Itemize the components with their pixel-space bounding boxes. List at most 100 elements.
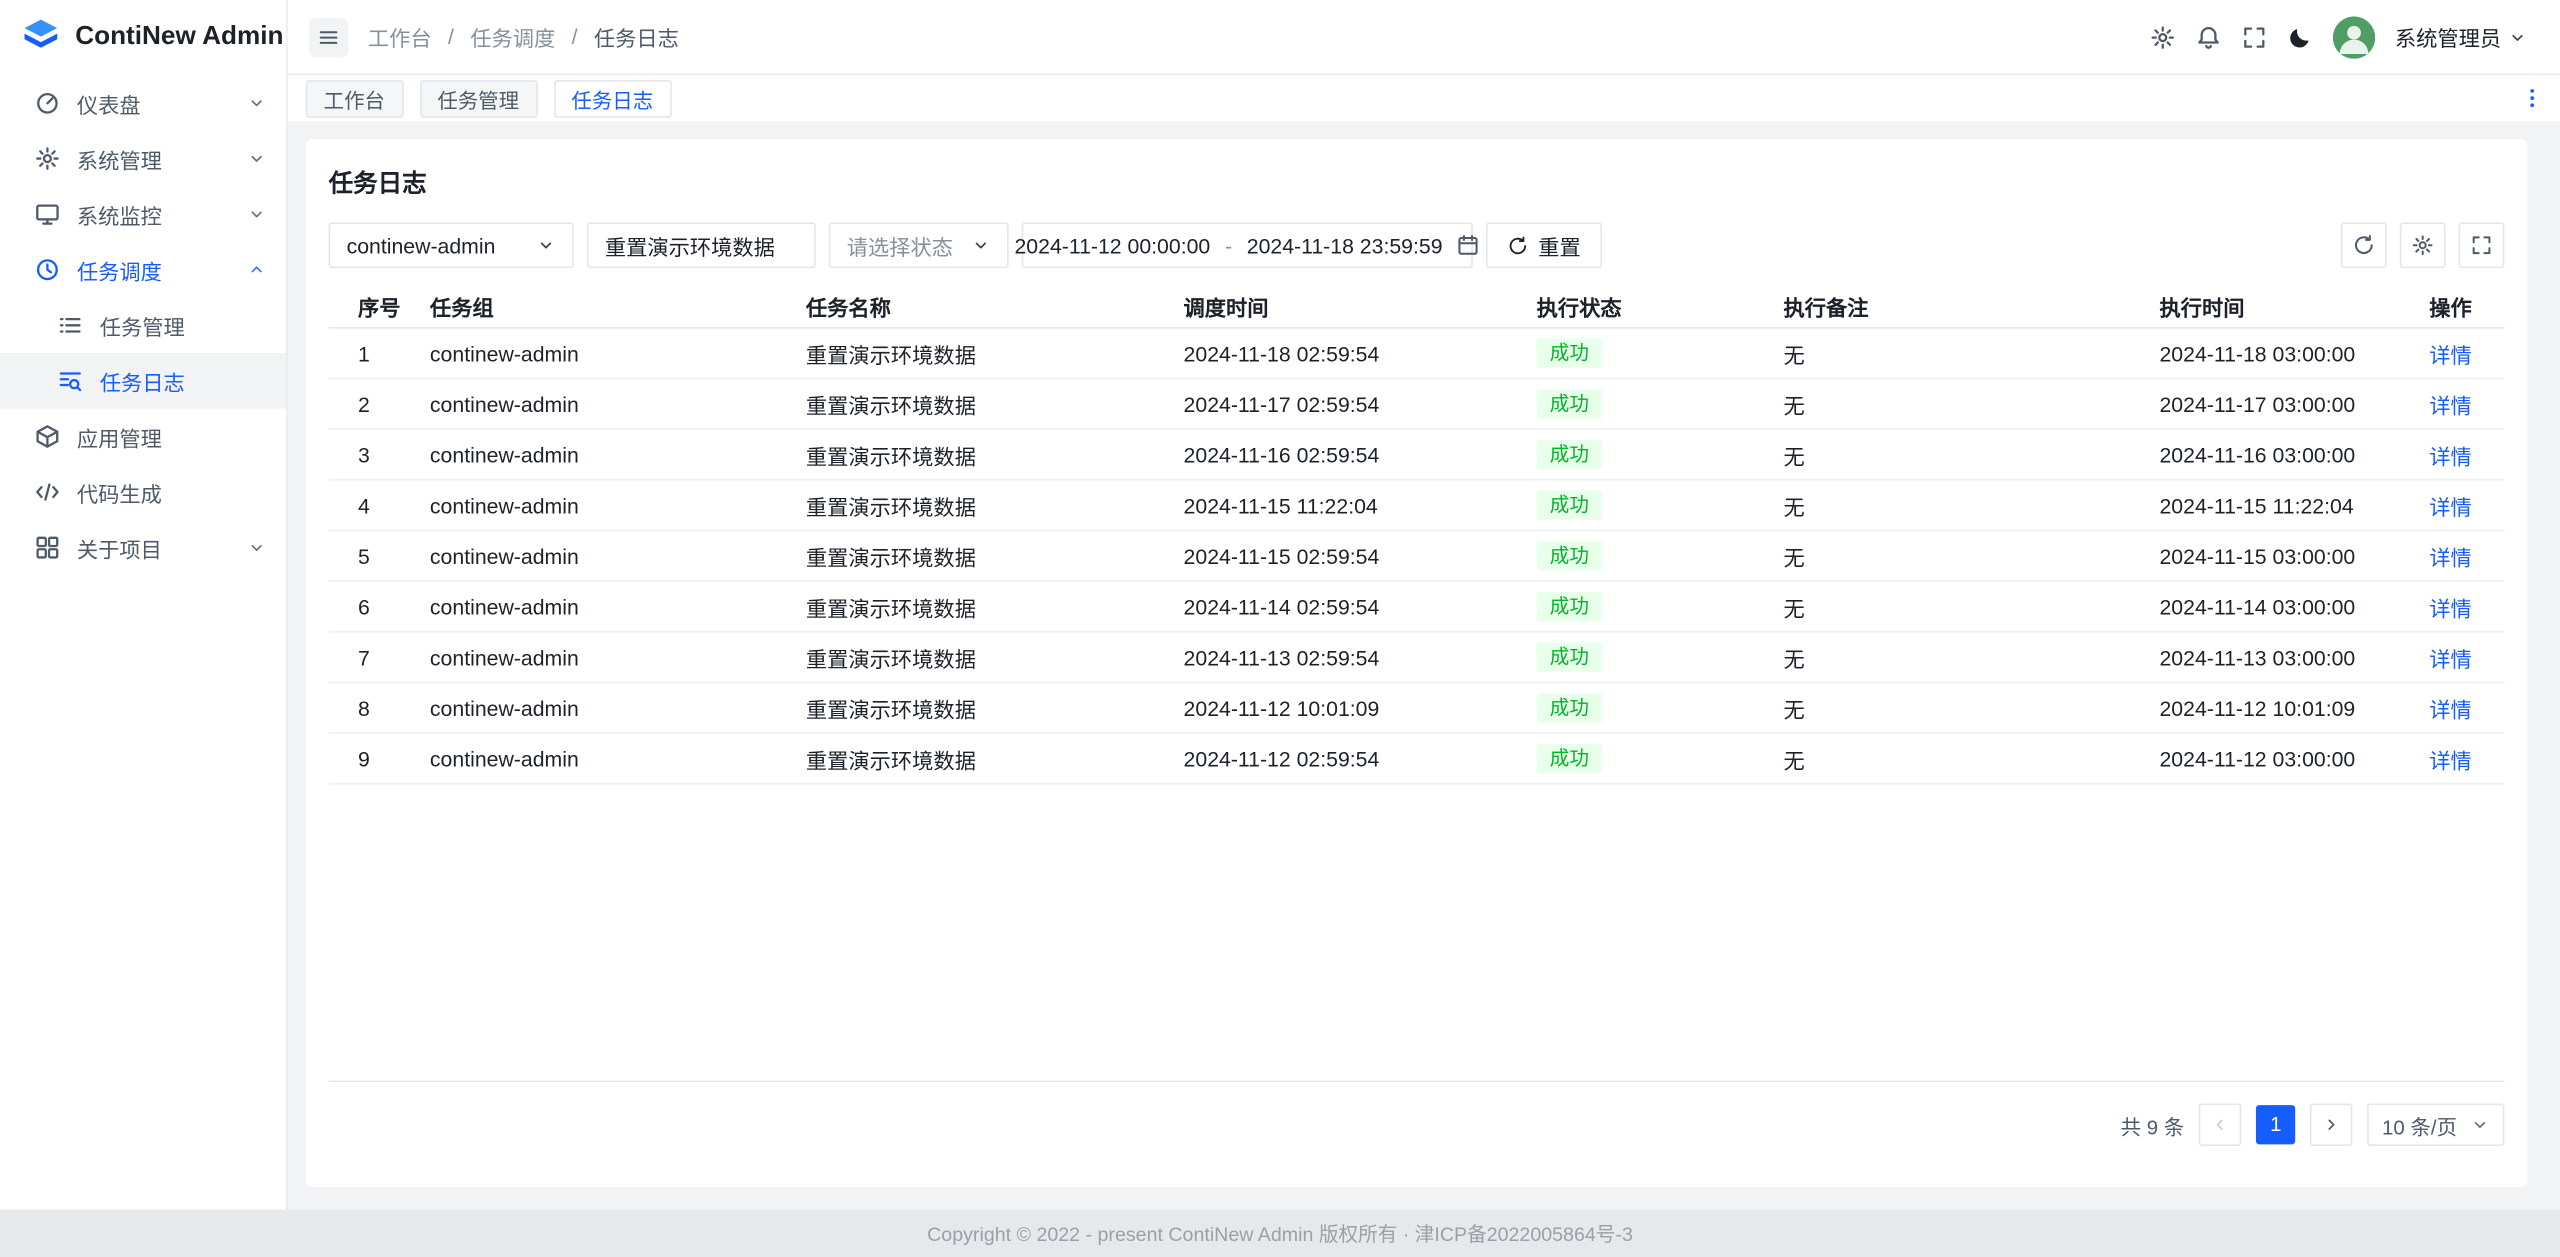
cell-action: 详情 <box>2403 540 2504 571</box>
sidebar-item-about-project[interactable]: 关于项目 <box>0 520 286 576</box>
cell-no: 4 <box>329 493 404 518</box>
pagination-page-1[interactable]: 1 <box>2256 1105 2295 1144</box>
pagination-total: 共 9 条 <box>2121 1109 2185 1140</box>
cell-action: 详情 <box>2403 692 2504 723</box>
moon-icon <box>2287 24 2313 50</box>
cell-schedule-time: 2024-11-12 02:59:54 <box>1157 746 1510 771</box>
breadcrumb-item-current: 任务日志 <box>594 21 679 52</box>
table-body: 1 continew-admin 重置演示环境数据 2024-11-18 02:… <box>329 329 2505 785</box>
detail-link[interactable]: 详情 <box>2429 697 2472 722</box>
sidebar-item-label: 代码生成 <box>77 477 267 508</box>
filter-bar: continew-admin 重置演示环境数据 请选择状态 2024-11-12… <box>329 222 2505 268</box>
pagination-prev-button[interactable] <box>2199 1103 2242 1146</box>
chevron-down-icon <box>536 235 556 255</box>
table-row: 1 continew-admin 重置演示环境数据 2024-11-18 02:… <box>329 329 2505 380</box>
detail-link[interactable]: 详情 <box>2429 342 2472 367</box>
detail-link[interactable]: 详情 <box>2429 495 2472 520</box>
user-menu[interactable]: 系统管理员 <box>2395 21 2527 52</box>
breadcrumb-separator: / <box>448 25 454 50</box>
cell-status: 成功 <box>1510 744 1757 773</box>
refresh-icon <box>2352 234 2375 257</box>
cell-status: 成功 <box>1510 338 1757 367</box>
tab-more-button[interactable] <box>2521 87 2544 110</box>
fullscreen-button[interactable] <box>2241 24 2267 50</box>
cell-note: 无 <box>1757 439 2133 470</box>
main-area: 工作台 / 任务调度 / 任务日志 <box>288 0 2560 1210</box>
notifications-button[interactable] <box>2195 24 2221 50</box>
cell-group: continew-admin <box>404 392 780 417</box>
breadcrumb-item[interactable]: 工作台 <box>368 21 432 52</box>
sidebar-item-task-schedule[interactable]: 任务调度 <box>0 242 286 298</box>
cell-exec-time: 2024-11-12 03:00:00 <box>2133 746 2403 771</box>
settings-button[interactable] <box>2150 24 2176 50</box>
cell-group: continew-admin <box>404 594 780 619</box>
task-group-select[interactable]: continew-admin <box>329 222 574 268</box>
tab-task-log[interactable]: 任务日志 <box>553 79 671 117</box>
cell-schedule-time: 2024-11-17 02:59:54 <box>1157 392 1510 417</box>
cell-schedule-time: 2024-11-13 02:59:54 <box>1157 645 1510 670</box>
table-header: 序号 任务组 任务名称 调度时间 执行状态 执行备注 执行时间 操作 <box>329 284 2505 328</box>
table-fullscreen-button[interactable] <box>2459 222 2505 268</box>
dark-mode-toggle[interactable] <box>2287 24 2313 50</box>
sidebar-item-task-log[interactable]: 任务日志 <box>0 353 286 409</box>
table-settings-button[interactable] <box>2400 222 2446 268</box>
cell-status: 成功 <box>1510 592 1757 621</box>
sidebar-item-system-monitor[interactable]: 系统监控 <box>0 186 286 242</box>
detail-link[interactable]: 详情 <box>2429 748 2472 773</box>
app-window: ContiNew Admin 仪表盘 系统管理 系统监控 <box>0 0 2560 1257</box>
status-badge: 成功 <box>1537 440 1602 469</box>
cell-group: continew-admin <box>404 696 780 721</box>
task-name-input[interactable]: 重置演示环境数据 <box>587 222 816 268</box>
reset-button[interactable]: 重置 <box>1486 222 1602 268</box>
cell-group: continew-admin <box>404 746 780 771</box>
sidebar-item-task-management[interactable]: 任务管理 <box>0 298 286 354</box>
collapse-sidebar-button[interactable] <box>309 17 348 56</box>
column-header-schedule-time: 调度时间 <box>1157 290 1510 321</box>
detail-link[interactable]: 详情 <box>2429 545 2472 570</box>
cell-no: 9 <box>329 746 404 771</box>
chevron-down-icon <box>2470 1115 2490 1135</box>
task-group-select-value: continew-admin <box>347 233 496 258</box>
cell-no: 2 <box>329 392 404 417</box>
cell-no: 5 <box>329 544 404 569</box>
user-avatar[interactable] <box>2333 16 2376 59</box>
status-badge: 成功 <box>1537 592 1602 621</box>
cell-no: 8 <box>329 696 404 721</box>
table-row: 3 continew-admin 重置演示环境数据 2024-11-16 02:… <box>329 430 2505 481</box>
cell-exec-time: 2024-11-18 03:00:00 <box>2133 341 2403 366</box>
date-range-end: 2024-11-18 23:59:59 <box>1247 233 1443 258</box>
cell-schedule-time: 2024-11-15 11:22:04 <box>1157 493 1510 518</box>
gear-icon <box>2150 24 2176 50</box>
page-size-value: 10 条/页 <box>2382 1109 2457 1140</box>
date-range-picker[interactable]: 2024-11-12 00:00:00 - 2024-11-18 23:59:5… <box>1022 222 1473 268</box>
page-size-select[interactable]: 10 条/页 <box>2367 1103 2504 1146</box>
status-badge: 成功 <box>1537 490 1602 519</box>
tab-task-management[interactable]: 任务管理 <box>419 79 537 117</box>
sidebar-item-app-management[interactable]: 应用管理 <box>0 409 286 465</box>
table-row: 6 continew-admin 重置演示环境数据 2024-11-14 02:… <box>329 582 2505 633</box>
status-select[interactable]: 请选择状态 <box>829 222 1009 268</box>
fullscreen-icon <box>2470 234 2493 257</box>
pagination-next-button[interactable] <box>2310 1103 2353 1146</box>
table-refresh-button[interactable] <box>2341 222 2387 268</box>
sidebar-item-code-generation[interactable]: 代码生成 <box>0 464 286 520</box>
sidebar-item-label: 任务调度 <box>77 254 231 285</box>
detail-link[interactable]: 详情 <box>2429 596 2472 621</box>
chevron-right-icon <box>2322 1115 2342 1135</box>
breadcrumb-item[interactable]: 任务调度 <box>470 21 555 52</box>
cell-action: 详情 <box>2403 439 2504 470</box>
logo-icon <box>20 16 63 59</box>
detail-link[interactable]: 详情 <box>2429 444 2472 469</box>
chevron-left-icon <box>2210 1115 2230 1135</box>
detail-link[interactable]: 详情 <box>2429 647 2472 672</box>
sidebar-item-dashboard[interactable]: 仪表盘 <box>0 75 286 131</box>
tab-workbench[interactable]: 工作台 <box>306 79 403 117</box>
gear-icon <box>34 145 60 171</box>
detail-link[interactable]: 详情 <box>2429 393 2472 418</box>
menu-collapse-icon <box>317 25 340 48</box>
sidebar-item-system-management[interactable]: 系统管理 <box>0 131 286 187</box>
column-header-status: 执行状态 <box>1510 290 1757 321</box>
cell-exec-time: 2024-11-14 03:00:00 <box>2133 594 2403 619</box>
fullscreen-icon <box>2241 24 2267 50</box>
reset-button-label: 重置 <box>1538 230 1581 261</box>
